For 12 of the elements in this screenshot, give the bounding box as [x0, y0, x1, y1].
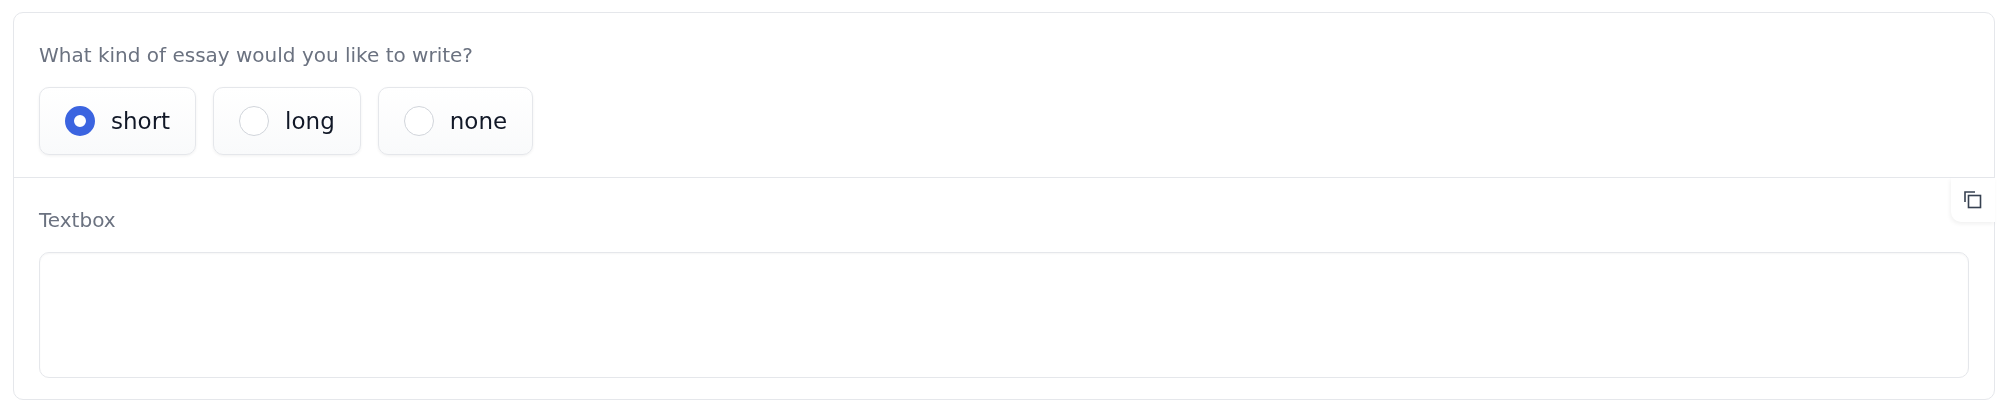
radio-button[interactable]: [65, 106, 95, 136]
option-label: none: [449, 108, 508, 134]
radio-option[interactable]: none: [377, 87, 534, 155]
copy-button[interactable]: [1951, 178, 1995, 222]
question-label: What kind of essay would you like to write?: [39, 43, 474, 67]
option-label: short: [111, 108, 171, 134]
option-label: long: [285, 108, 335, 134]
radio-option[interactable]: long: [213, 87, 361, 155]
copy-icon: [1963, 190, 1983, 210]
textbox-label: Textbox: [39, 208, 117, 232]
text-field[interactable]: [39, 252, 1969, 378]
radio-option[interactable]: short: [39, 87, 197, 155]
